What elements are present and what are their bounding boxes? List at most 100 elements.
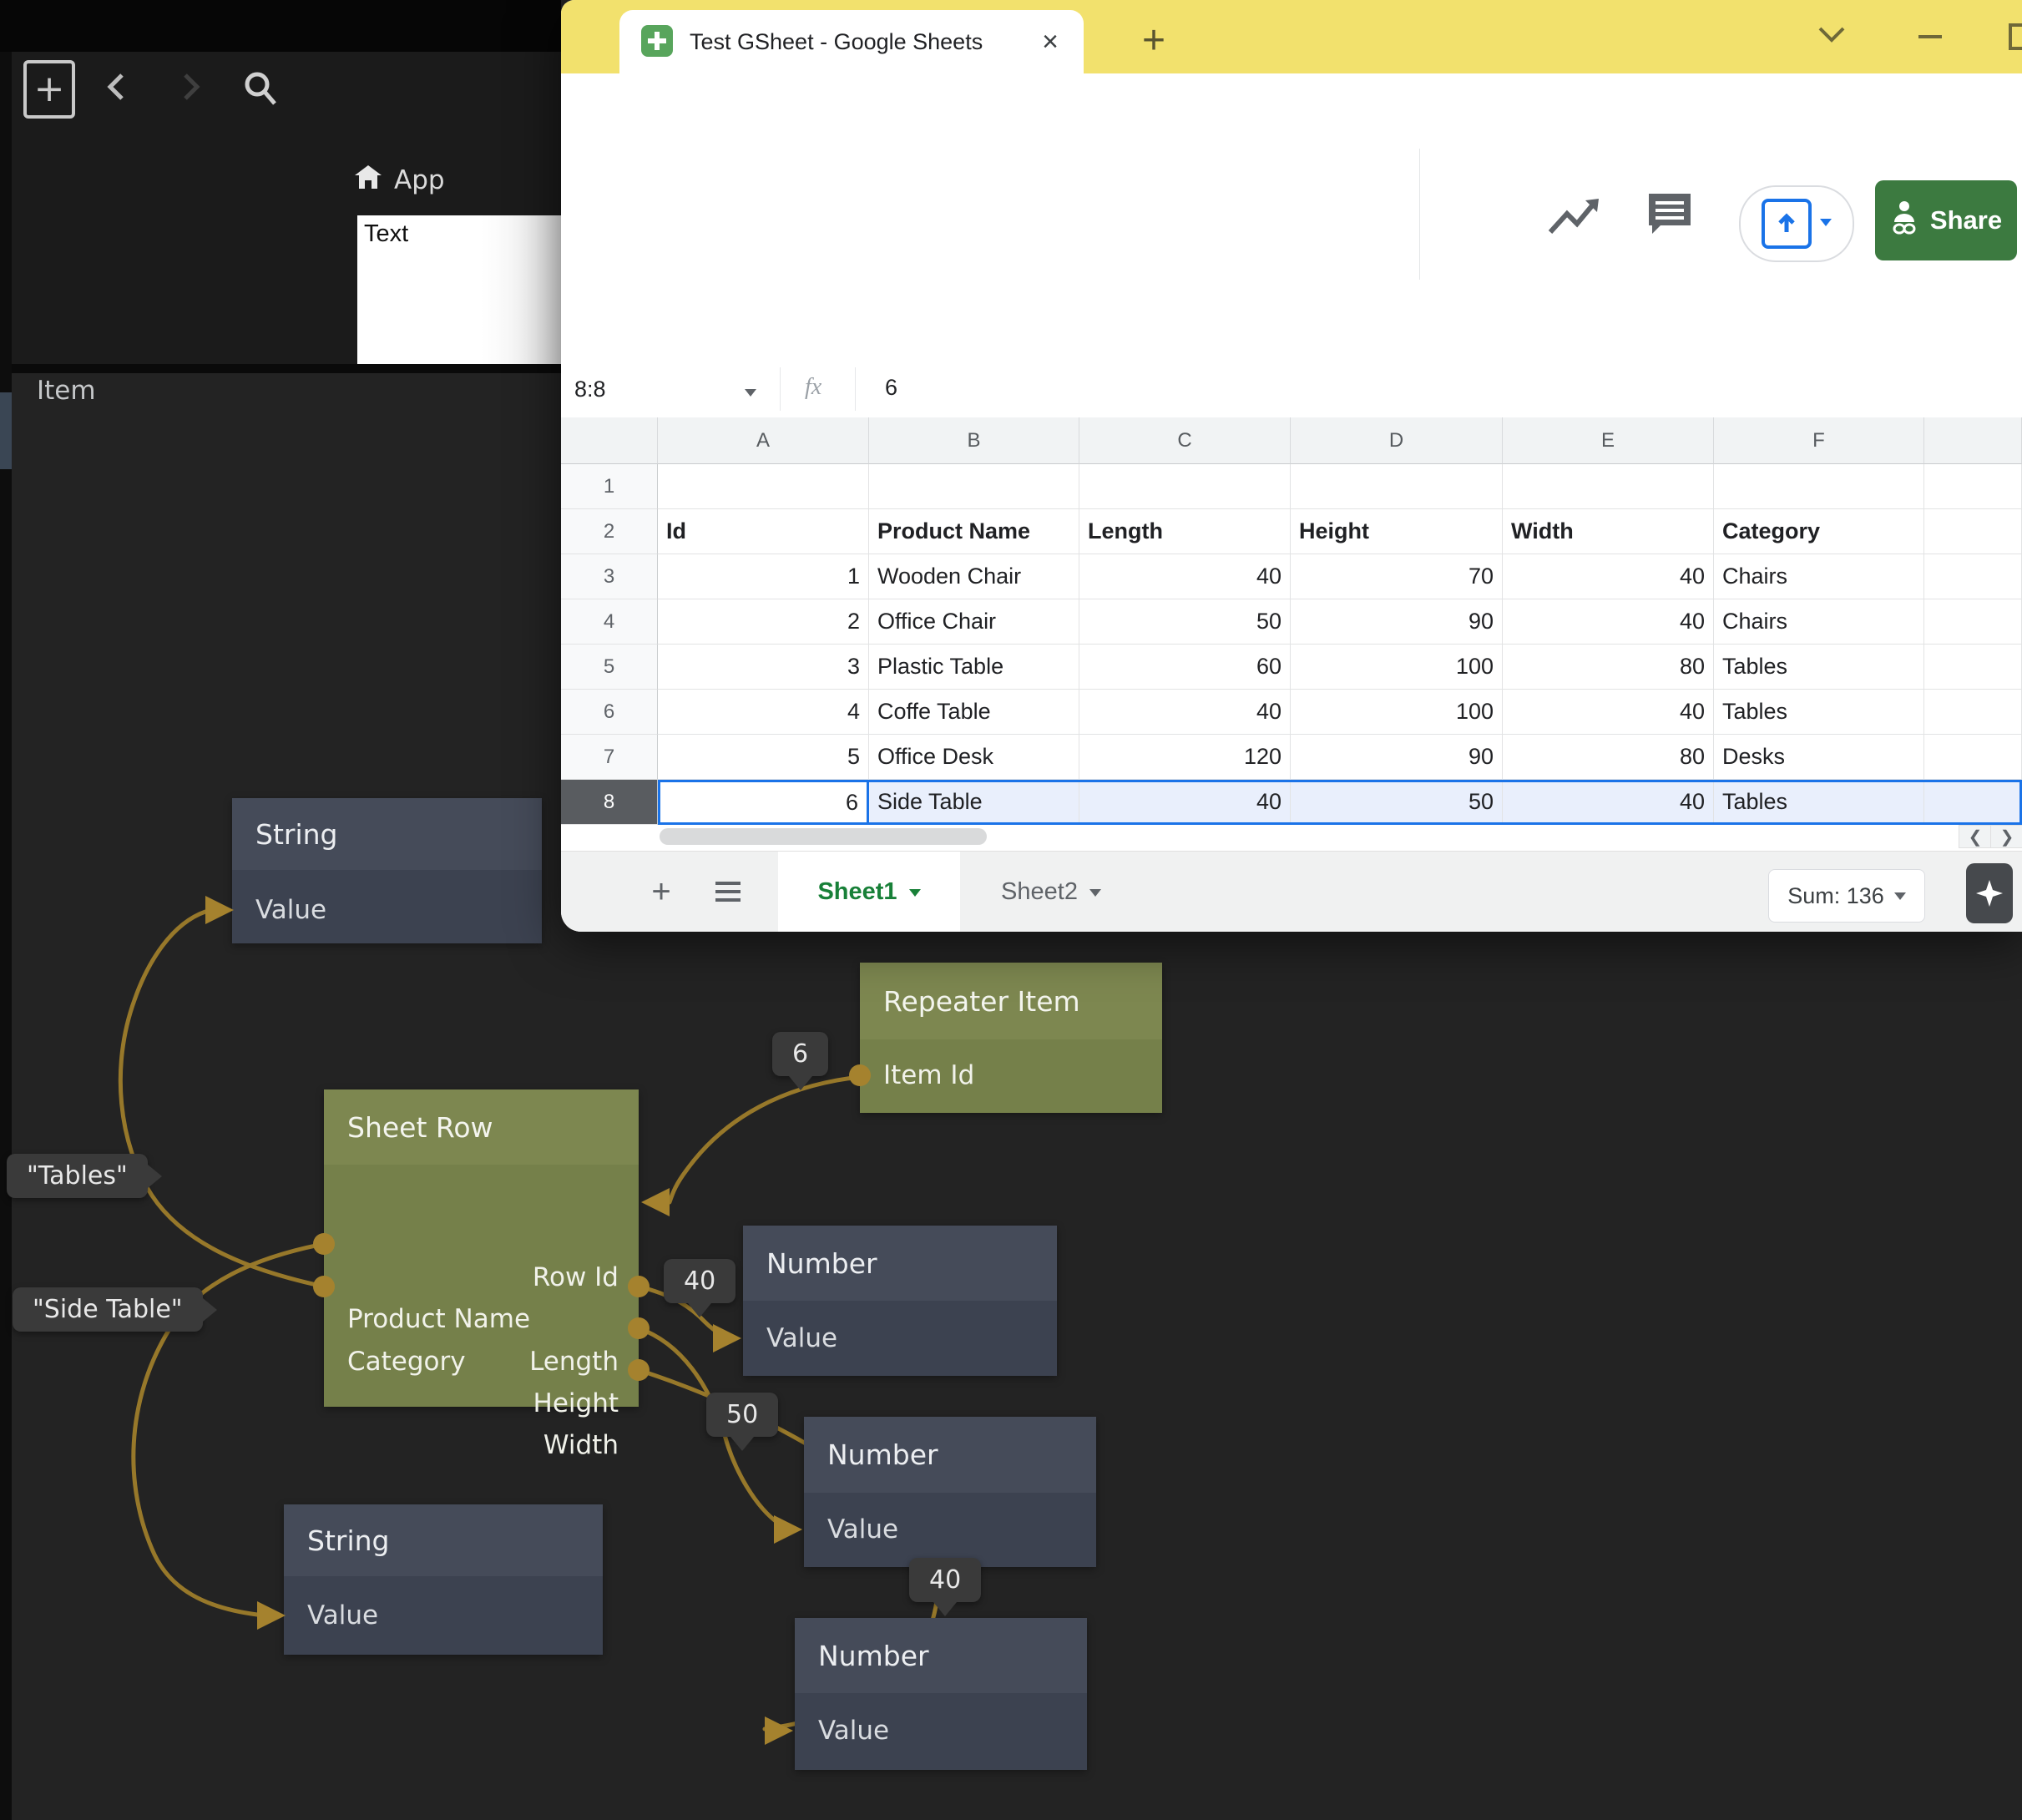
col-header-D[interactable]: D [1291,417,1503,464]
cell-G5[interactable] [1924,645,2022,690]
cell-B7[interactable]: Office Desk [869,735,1079,780]
node-repeater-item[interactable]: Repeater Item Item Id [860,963,1162,1113]
row-header-1[interactable]: 1 [561,464,658,509]
new-tab-icon[interactable]: + [1135,22,1172,58]
cell-C5[interactable]: 60 [1079,645,1291,690]
col-header-partial[interactable] [1924,417,2022,464]
cell-E7[interactable]: 80 [1503,735,1714,780]
cell-B8[interactable]: Side Table [869,780,1079,825]
cell-B2[interactable]: Product Name [869,509,1079,554]
port-length[interactable]: Length [529,1344,619,1379]
col-header-B[interactable]: B [869,417,1079,464]
spark-trend-icon[interactable] [1545,192,1604,246]
cell-C6[interactable]: 40 [1079,690,1291,735]
cell-A8[interactable]: 6 [658,780,869,825]
cell-E3[interactable]: 40 [1503,554,1714,599]
cell-D4[interactable]: 90 [1291,599,1503,645]
cell-B1[interactable] [869,464,1079,509]
col-header-F[interactable]: F [1714,417,1924,464]
search-icon[interactable] [240,68,281,112]
port-value[interactable]: Value [307,1598,378,1633]
cell-D3[interactable]: 70 [1291,554,1503,599]
window-minimize-icon[interactable] [1912,22,1949,56]
cell-D8[interactable]: 50 [1291,780,1503,825]
scroll-right-icon[interactable]: ❯ [1990,825,2022,848]
cell-F8[interactable]: Tables [1714,780,1924,825]
window-maximize-icon[interactable] [2005,20,2022,58]
cell-C4[interactable]: 50 [1079,599,1291,645]
port-dot-product-name[interactable] [313,1233,335,1255]
node-string-bottom[interactable]: String Value [284,1504,603,1655]
add-sheet-icon[interactable]: + [638,868,685,915]
explore-button[interactable] [1966,863,2013,923]
cell-C3[interactable]: 40 [1079,554,1291,599]
cell-A6[interactable]: 4 [658,690,869,735]
cell-F6[interactable]: Tables [1714,690,1924,735]
cell-D1[interactable] [1291,464,1503,509]
col-header-A[interactable]: A [658,417,869,464]
port-dot-width[interactable] [628,1359,650,1381]
comment-icon[interactable] [1644,189,1696,245]
tab-sheet1[interactable]: Sheet1 [778,852,960,932]
cell-G7[interactable] [1924,735,2022,780]
port-item-id[interactable]: Item Id [883,1058,974,1093]
select-all-corner[interactable] [561,417,658,464]
browser-tab[interactable]: Test GSheet - Google Sheets × [619,10,1084,73]
row-header-6[interactable]: 6 [561,690,658,735]
port-value[interactable]: Value [766,1321,837,1356]
text-component-preview[interactable]: Text [357,215,563,364]
cell-G6[interactable] [1924,690,2022,735]
cell-A4[interactable]: 2 [658,599,869,645]
cell-F5[interactable]: Tables [1714,645,1924,690]
cell-E8[interactable]: 40 [1503,780,1714,825]
cell-B5[interactable]: Plastic Table [869,645,1079,690]
cell-C2[interactable]: Length [1079,509,1291,554]
cell-D2[interactable]: Height [1291,509,1503,554]
col-header-C[interactable]: C [1079,417,1291,464]
window-restore-chevron-icon[interactable] [1813,18,1850,53]
cell-B4[interactable]: Office Chair [869,599,1079,645]
cell-G3[interactable] [1924,554,2022,599]
share-button[interactable]: Share [1875,180,2017,260]
row-header-4[interactable]: 4 [561,599,658,645]
spreadsheet-grid[interactable]: ABCDEF12IdProduct NameLengthHeightWidthC… [561,417,2022,851]
cell-G4[interactable] [1924,599,2022,645]
cell-B3[interactable]: Wooden Chair [869,554,1079,599]
tab-sheet2[interactable]: Sheet2 [960,852,1142,932]
cell-G2[interactable] [1924,509,2022,554]
node-number-2[interactable]: Number Value [804,1417,1096,1567]
name-box-caret-icon[interactable] [745,389,756,402]
tab-close-icon[interactable]: × [1030,22,1070,62]
cell-F4[interactable]: Chairs [1714,599,1924,645]
port-height[interactable]: Height [533,1386,619,1421]
port-dot-category[interactable] [313,1276,335,1297]
port-width[interactable]: Width [543,1428,619,1463]
cell-E2[interactable]: Width [1503,509,1714,554]
cell-A1[interactable] [658,464,869,509]
cell-F2[interactable]: Category [1714,509,1924,554]
item-label[interactable]: Item [37,376,96,406]
cell-G1[interactable] [1924,464,2022,509]
col-header-E[interactable]: E [1503,417,1714,464]
port-row-id[interactable]: Row Id [533,1260,619,1295]
present-button[interactable] [1739,185,1854,262]
formula-input[interactable]: 6 [885,375,897,401]
node-number-1[interactable]: Number Value [743,1226,1057,1376]
scroll-left-icon[interactable]: ❮ [1959,825,1992,848]
node-sheet-row[interactable]: Sheet Row Row Id Product Name Category L… [324,1089,639,1407]
row-header-3[interactable]: 3 [561,554,658,599]
cell-F3[interactable]: Chairs [1714,554,1924,599]
cell-A5[interactable]: 3 [658,645,869,690]
row-header-2[interactable]: 2 [561,509,658,554]
cell-B6[interactable]: Coffe Table [869,690,1079,735]
cell-A7[interactable]: 5 [658,735,869,780]
all-sheets-icon[interactable] [705,868,751,915]
cell-C8[interactable]: 40 [1079,780,1291,825]
back-chevron-icon[interactable] [100,70,134,104]
cell-A2[interactable]: Id [658,509,869,554]
horizontal-scrollbar[interactable] [660,828,987,845]
port-dot-height[interactable] [628,1317,650,1339]
port-dot-length[interactable] [628,1276,650,1297]
app-label[interactable]: App [394,165,445,195]
forward-chevron-icon[interactable] [174,70,207,104]
